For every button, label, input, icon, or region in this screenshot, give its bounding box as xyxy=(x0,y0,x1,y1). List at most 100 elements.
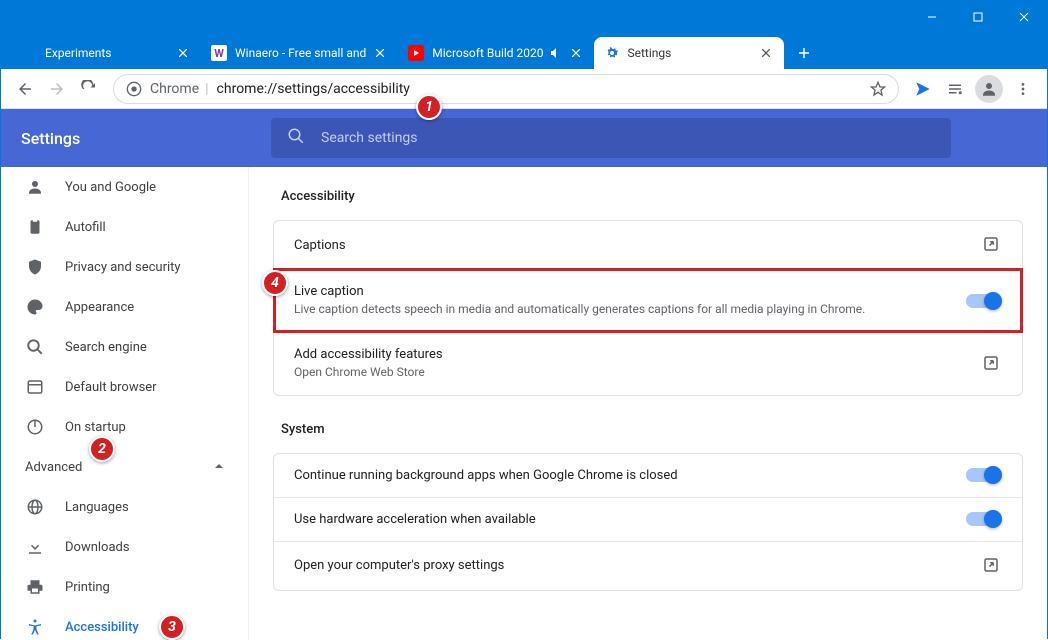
proxy-settings-row[interactable]: Open your computer's proxy settings xyxy=(274,541,1022,590)
search-placeholder: Search settings xyxy=(321,130,418,146)
globe-icon xyxy=(25,497,45,517)
tab-label: Experiments xyxy=(45,46,169,60)
close-icon[interactable] xyxy=(568,45,584,61)
tab-settings[interactable]: Settings xyxy=(594,37,784,69)
tab-strip: Experiments W Winaero - Free small and M… xyxy=(1,33,1047,69)
power-icon xyxy=(25,417,45,437)
sidebar-item-label: Downloads xyxy=(65,540,130,555)
tab-label: Microsoft Build 2020 xyxy=(432,46,543,60)
reload-button[interactable] xyxy=(73,73,105,105)
chevron-up-icon xyxy=(214,460,224,475)
system-card: Continue running background apps when Go… xyxy=(273,453,1023,591)
sidebar-item-accessibility[interactable]: Accessibility xyxy=(1,607,248,640)
sidebar-item-label: On startup xyxy=(65,420,126,435)
search-settings-input[interactable]: Search settings xyxy=(271,118,951,158)
accessibility-card: Captions Live caption Live caption detec… xyxy=(273,220,1023,396)
back-button[interactable] xyxy=(9,73,41,105)
sidebar-item-appearance[interactable]: Appearance xyxy=(1,287,248,327)
audio-playing-icon[interactable] xyxy=(548,46,562,60)
youtube-icon xyxy=(408,45,424,61)
sidebar-advanced-toggle[interactable]: Advanced xyxy=(1,447,248,487)
settings-sidebar: You and Google Autofill Privacy and secu… xyxy=(1,167,249,640)
row-label: Open your computer's proxy settings xyxy=(294,558,982,573)
tab-experiments[interactable]: Experiments xyxy=(11,37,201,69)
external-link-icon xyxy=(982,556,1002,576)
sidebar-item-label: Accessibility xyxy=(65,620,139,635)
window-titlebar xyxy=(1,1,1047,33)
sidebar-item-languages[interactable]: Languages xyxy=(1,487,248,527)
settings-main: Accessibility Captions Live caption Live… xyxy=(249,167,1047,640)
background-apps-toggle[interactable] xyxy=(966,468,1002,482)
content-area: You and Google Autofill Privacy and secu… xyxy=(1,167,1047,640)
section-title: Accessibility xyxy=(281,189,1023,204)
add-features-row[interactable]: Add accessibility features Open Chrome W… xyxy=(274,332,1022,395)
captions-row[interactable]: Captions xyxy=(274,221,1022,269)
chrome-icon xyxy=(126,81,142,97)
person-icon xyxy=(25,177,45,197)
sidebar-item-printing[interactable]: Printing xyxy=(1,567,248,607)
separator: | xyxy=(205,81,208,97)
sidebar-item-label: Printing xyxy=(65,580,110,595)
hardware-accel-row[interactable]: Use hardware acceleration when available xyxy=(274,497,1022,541)
address-bar[interactable]: Chrome | chrome://settings/accessibility xyxy=(113,74,899,104)
settings-title: Settings xyxy=(21,129,271,148)
advanced-label: Advanced xyxy=(25,460,82,475)
sidebar-item-label: Appearance xyxy=(65,300,134,315)
window-minimize-button[interactable] xyxy=(909,1,955,33)
window-maximize-button[interactable] xyxy=(955,1,1001,33)
browser-icon xyxy=(25,377,45,397)
clipboard-icon xyxy=(25,217,45,237)
bookmark-star-icon[interactable] xyxy=(870,81,886,97)
row-title: Live caption xyxy=(294,284,966,299)
row-subtitle: Live caption detects speech in media and… xyxy=(294,301,966,318)
close-icon[interactable] xyxy=(372,45,388,61)
row-title: Add accessibility features xyxy=(294,347,982,362)
tab-label: Settings xyxy=(628,46,752,60)
sidebar-item-you-and-google[interactable]: You and Google xyxy=(1,167,248,207)
close-icon[interactable] xyxy=(758,45,774,61)
tab-label: Winaero - Free small and xyxy=(235,46,366,60)
url-scheme-label: Chrome xyxy=(150,81,199,97)
forward-button[interactable] xyxy=(41,73,73,105)
hardware-accel-toggle[interactable] xyxy=(966,512,1002,526)
tab-youtube[interactable]: Microsoft Build 2020 xyxy=(398,37,593,69)
external-link-icon xyxy=(982,354,1002,374)
extension-icon-1[interactable] xyxy=(907,73,939,105)
live-caption-row[interactable]: Live caption Live caption detects speech… xyxy=(274,269,1022,332)
row-subtitle: Open Chrome Web Store xyxy=(294,364,982,381)
browser-toolbar: Chrome | chrome://settings/accessibility xyxy=(1,69,1047,109)
sidebar-item-label: Search engine xyxy=(65,340,147,355)
sidebar-item-downloads[interactable]: Downloads xyxy=(1,527,248,567)
live-caption-toggle[interactable] xyxy=(966,294,1002,308)
sidebar-item-label: Default browser xyxy=(65,380,157,395)
download-icon xyxy=(25,537,45,557)
sidebar-item-on-startup[interactable]: On startup xyxy=(1,407,248,447)
printer-icon xyxy=(25,577,45,597)
sidebar-item-privacy[interactable]: Privacy and security xyxy=(1,247,248,287)
external-link-icon xyxy=(982,235,1002,255)
winaero-icon: W xyxy=(211,45,227,61)
background-apps-row[interactable]: Continue running background apps when Go… xyxy=(274,454,1022,497)
sidebar-item-label: You and Google xyxy=(65,180,156,195)
flask-icon xyxy=(21,45,37,61)
row-label: Continue running background apps when Go… xyxy=(294,468,966,483)
profile-avatar[interactable] xyxy=(975,75,1003,103)
extension-icon-2[interactable] xyxy=(939,73,971,105)
shield-icon xyxy=(25,257,45,277)
window-close-button[interactable] xyxy=(1001,1,1047,33)
tab-winaero[interactable]: W Winaero - Free small and xyxy=(201,37,398,69)
section-title: System xyxy=(281,422,1023,437)
gear-icon xyxy=(604,45,620,61)
sidebar-item-label: Languages xyxy=(65,500,129,515)
close-icon[interactable] xyxy=(175,45,191,61)
menu-button[interactable] xyxy=(1007,73,1039,105)
search-icon xyxy=(25,337,45,357)
sidebar-item-search-engine[interactable]: Search engine xyxy=(1,327,248,367)
settings-header: Settings Search settings xyxy=(1,109,1047,167)
sidebar-item-default-browser[interactable]: Default browser xyxy=(1,367,248,407)
url-text: chrome://settings/accessibility xyxy=(217,81,870,97)
sidebar-item-autofill[interactable]: Autofill xyxy=(1,207,248,247)
new-tab-button[interactable] xyxy=(790,39,818,67)
sidebar-item-label: Privacy and security xyxy=(65,260,181,275)
row-label: Captions xyxy=(294,238,982,253)
